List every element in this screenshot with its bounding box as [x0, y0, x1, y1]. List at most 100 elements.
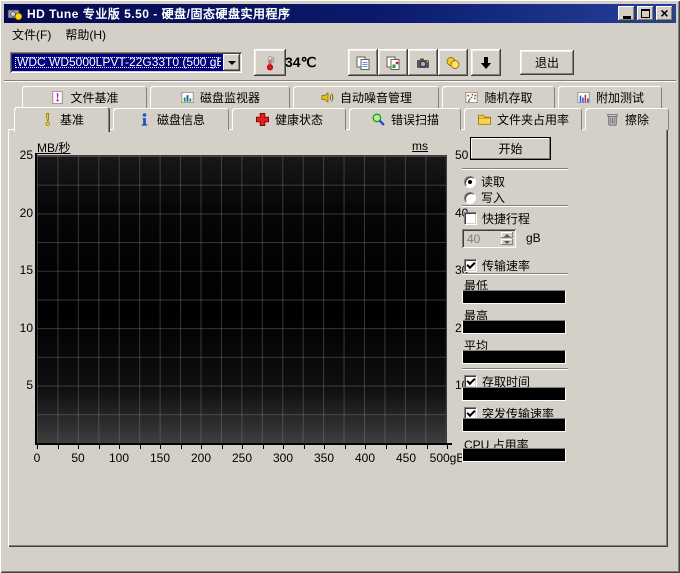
tab-label: 擦除	[624, 112, 649, 127]
tab-label: 错误扫描	[390, 112, 439, 127]
tab-aam[interactable]: 自动噪音管理	[293, 86, 439, 108]
info-icon	[141, 112, 148, 126]
tab-extra-tests[interactable]: 附加测试	[558, 86, 662, 108]
benchmark-tab-panel: MB/秒 ms 25201510550403020100501001502002…	[8, 129, 668, 547]
tab-random-access[interactable]: 随机存取	[442, 86, 555, 108]
maximum-value-field	[462, 320, 566, 334]
x-tick-mark	[221, 445, 223, 449]
x-tick-mark	[426, 445, 428, 449]
x-tick-mark	[119, 445, 120, 449]
test-chart-icon	[577, 91, 590, 103]
tab-file-benchmark[interactable]: 文件基准	[22, 86, 147, 108]
x-tick-label: 50	[71, 451, 85, 465]
capacity-spinner[interactable]: 40	[462, 229, 516, 248]
separator	[462, 168, 568, 170]
save-results-button[interactable]	[471, 49, 501, 76]
minimize-button[interactable]	[618, 6, 635, 21]
x-tick-mark	[365, 445, 366, 449]
tab-label: 文件基准	[70, 90, 119, 105]
read-radio[interactable]	[464, 175, 476, 188]
transfer-rate-checkbox[interactable]	[464, 259, 477, 272]
close-button[interactable]: ×	[656, 6, 673, 21]
donate-button[interactable]	[438, 49, 468, 76]
tab-label: 随机存取	[484, 90, 533, 105]
transfer-rate-row: 传输速率	[464, 257, 530, 274]
x-tick-mark	[242, 445, 243, 449]
tab-health[interactable]: 健康状态	[232, 108, 346, 130]
file-benchmark-icon	[52, 90, 64, 104]
start-button[interactable]: 开始	[470, 137, 551, 160]
scatter-plot-icon	[465, 91, 478, 103]
temperature-button[interactable]	[254, 49, 286, 76]
write-label: 写入	[481, 191, 506, 205]
down-arrow-icon	[480, 56, 492, 69]
x-tick-mark	[160, 445, 161, 449]
drive-select-value: WDC WD5000LPVT-22G33T0 (500 gB)	[13, 55, 221, 70]
copy-text-button[interactable]	[348, 49, 378, 76]
y-right-unit-label: ms	[412, 139, 428, 153]
plot-area	[37, 155, 447, 443]
x-tick-mark	[98, 445, 100, 449]
burst-rate-value-field	[462, 418, 566, 432]
trash-icon	[607, 113, 618, 125]
transfer-rate-label: 传输速率	[482, 259, 531, 273]
x-tick-mark	[37, 445, 38, 449]
app-icon	[7, 9, 23, 20]
tab-label: 健康状态	[274, 112, 323, 127]
minimize-icon	[622, 15, 631, 19]
y-left-tick-label: 10	[19, 320, 33, 335]
tab-label: 磁盘信息	[156, 112, 205, 127]
copy-text-icon	[356, 56, 370, 70]
tab-benchmark[interactable]: 基准	[14, 107, 110, 132]
speaker-icon	[321, 91, 334, 103]
up-arrow-icon	[504, 233, 510, 237]
tab-folder-usage[interactable]: 文件夹占用率	[464, 108, 582, 130]
x-tick-label: 400	[354, 451, 376, 465]
menu-help[interactable]: 帮助(H)	[58, 24, 113, 45]
capacity-unit-label: gB	[526, 231, 541, 245]
tab-label: 自动噪音管理	[339, 90, 412, 105]
drive-select[interactable]: WDC WD5000LPVT-22G33T0 (500 gB)	[10, 52, 242, 73]
folder-icon	[478, 114, 491, 125]
maximize-icon	[641, 9, 650, 18]
x-tick-label: 200	[190, 451, 212, 465]
short-stroke-row: 快捷行程	[464, 210, 530, 227]
menu-file[interactable]: 文件(F)	[5, 24, 58, 45]
tab-error-scan[interactable]: 错误扫描	[349, 108, 461, 130]
x-tick-mark	[283, 445, 284, 449]
maximize-button[interactable]	[637, 6, 654, 21]
x-tick-mark	[447, 445, 448, 449]
separator	[462, 273, 568, 275]
x-tick-label: 0	[33, 451, 41, 465]
spinner-up-button[interactable]	[501, 232, 513, 238]
exclamation-icon	[45, 113, 50, 126]
read-radio-row: 读取	[464, 173, 505, 190]
x-tick-mark	[139, 445, 141, 449]
tab-disk-info[interactable]: 磁盘信息	[113, 108, 229, 130]
tab-erase[interactable]: 擦除	[585, 108, 669, 130]
exit-label: 退出	[534, 56, 559, 70]
x-tick-mark	[406, 445, 407, 449]
read-label: 读取	[481, 175, 506, 189]
separator	[462, 205, 568, 207]
copy-image-button[interactable]	[378, 49, 408, 76]
short-stroke-label: 快捷行程	[482, 212, 531, 226]
write-radio[interactable]	[464, 191, 476, 204]
minimum-value-field	[462, 290, 566, 304]
separator	[462, 368, 568, 370]
chevron-down-icon	[227, 60, 236, 65]
screenshot-button[interactable]	[408, 49, 438, 76]
x-tick-mark	[385, 445, 387, 449]
temperature-value: 34℃	[285, 54, 317, 70]
spinner-down-button[interactable]	[501, 239, 513, 245]
short-stroke-checkbox[interactable]	[464, 212, 477, 225]
tab-label: 磁盘监视器	[199, 90, 260, 105]
x-tick-label: 350	[313, 451, 335, 465]
tab-disk-monitor[interactable]: 磁盘监视器	[150, 86, 290, 108]
bar-chart-icon	[181, 91, 194, 103]
exit-button[interactable]: 退出	[520, 50, 574, 75]
magnifier-icon	[372, 113, 385, 126]
x-tick-label: 300	[272, 451, 294, 465]
drive-select-arrow[interactable]	[223, 54, 240, 71]
coins-icon	[446, 56, 460, 69]
